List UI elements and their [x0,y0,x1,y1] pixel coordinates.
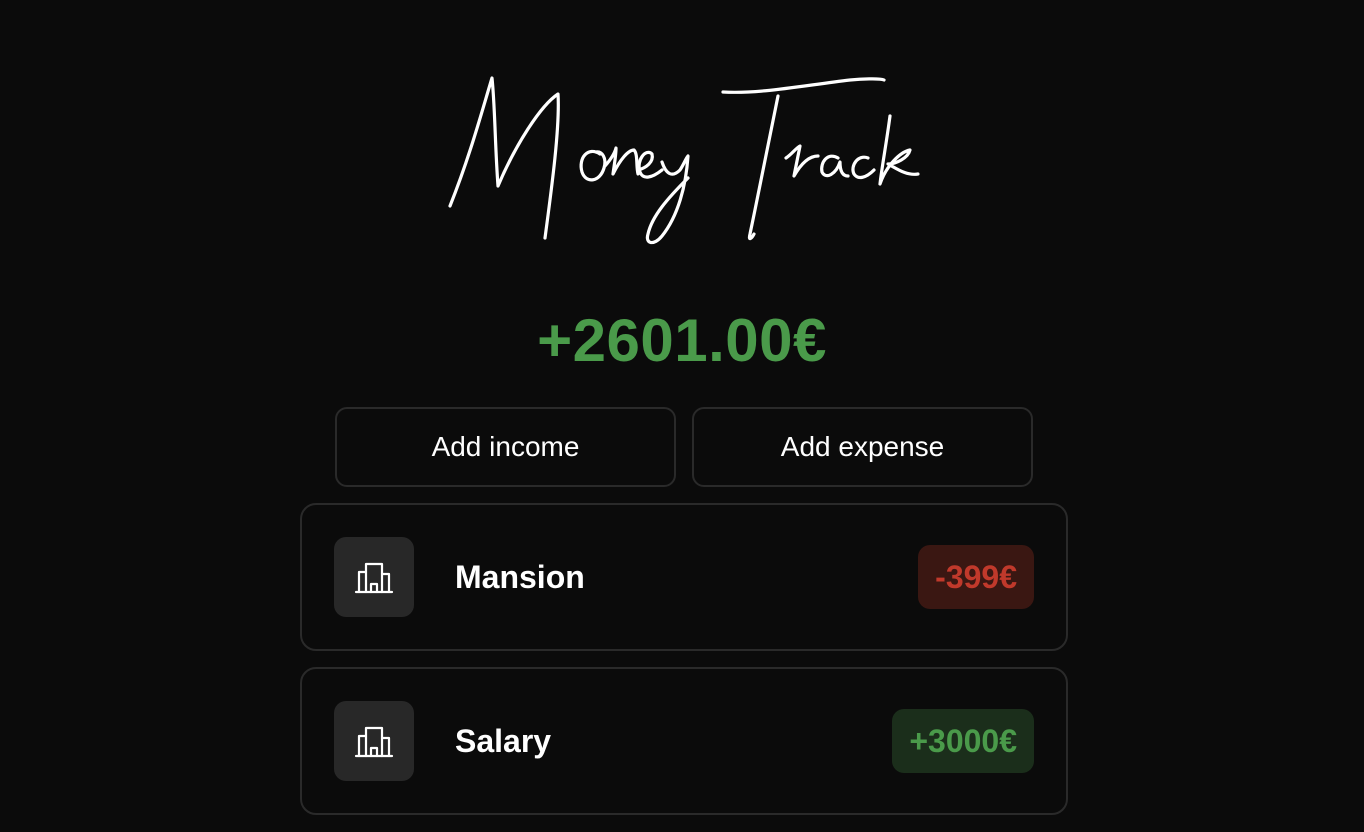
transaction-list: Mansion -399€ Salary +3000€ [300,503,1068,831]
balance-total: +2601.00€ [537,307,827,374]
building-icon [334,537,414,617]
money-track-logo-icon [448,76,920,245]
add-expense-button[interactable]: Add expense [692,407,1033,487]
building-icon [334,701,414,781]
logo [440,66,930,256]
transaction-title: Salary [455,722,552,759]
transaction-card[interactable]: Salary +3000€ [300,667,1068,815]
app-page: +2601.00€ Add income Add expense Mansion… [0,0,1364,832]
transaction-title: Mansion [455,558,585,595]
actions-bar: Add income Add expense [335,407,1033,487]
transaction-card[interactable]: Mansion -399€ [300,503,1068,651]
amount-badge: -399€ [918,545,1034,609]
add-income-button[interactable]: Add income [335,407,676,487]
amount-badge: +3000€ [892,709,1034,773]
